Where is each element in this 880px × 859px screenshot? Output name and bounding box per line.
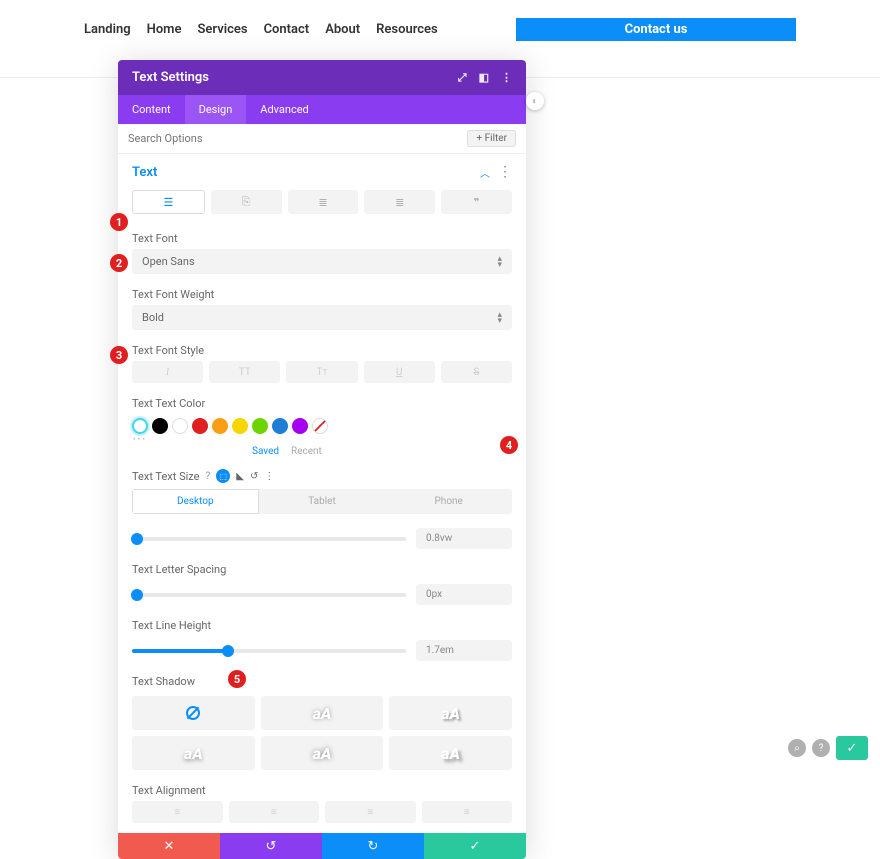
cancel-button[interactable]: ✕ (118, 833, 220, 859)
swatch-orange[interactable] (212, 418, 228, 434)
spacing-value[interactable]: 0px (416, 584, 512, 605)
swatch-purple[interactable] (292, 418, 308, 434)
align-left-button[interactable]: ≡ (132, 801, 223, 823)
lineheight-value[interactable]: 1.7em (416, 640, 512, 661)
nav-home[interactable]: Home (147, 22, 182, 37)
tab-design[interactable]: Design (185, 95, 247, 124)
swatch-blue[interactable] (272, 418, 288, 434)
undo-button[interactable]: ↺ (220, 833, 322, 859)
marker-2: 2 (110, 254, 128, 272)
section-text-title: Text (132, 165, 157, 180)
tab-advanced[interactable]: Advanced (246, 95, 322, 124)
label-alignment: Text Alignment (118, 778, 526, 801)
link-icon[interactable]: ⎘ (211, 190, 282, 214)
expand-icon[interactable]: ⤢ (458, 71, 467, 85)
filter-button[interactable]: + Filter (467, 130, 516, 147)
device-tablet[interactable]: Tablet (259, 489, 386, 514)
nav-contact[interactable]: Contact (264, 22, 310, 37)
select-arrow-icon: ▴▾ (497, 256, 502, 268)
label-color: Text Text Color (118, 391, 526, 414)
nav-landing[interactable]: Landing (84, 22, 131, 37)
smallcaps-button[interactable]: TT (286, 361, 357, 383)
shadow-none[interactable] (132, 696, 255, 730)
weight-select[interactable]: Bold ▴▾ (132, 305, 512, 330)
options-dots-icon[interactable]: ⋮ (264, 471, 274, 482)
shadow-preset-4[interactable]: aA (261, 736, 384, 770)
marker-4: 4 (500, 436, 518, 454)
underline-button[interactable]: U (364, 361, 435, 383)
shadow-preset-3[interactable]: aA (132, 736, 255, 770)
align-right-button[interactable]: ≡ (325, 801, 416, 823)
save-button[interactable]: ✓ (424, 833, 526, 859)
responsive-icon[interactable]: ⬚ (216, 469, 230, 483)
panel-icon[interactable]: ◧ (479, 71, 489, 84)
nav-resources[interactable]: Resources (376, 22, 438, 37)
modal-tabs: Content Design Advanced (118, 95, 526, 124)
recent-colors-tab[interactable]: Recent (291, 446, 322, 457)
device-desktop[interactable]: Desktop (132, 489, 259, 514)
label-lineheight: Text Line Height (118, 613, 526, 636)
font-value: Open Sans (142, 255, 195, 268)
shadow-preset-5[interactable]: aA (389, 736, 512, 770)
swatch-green[interactable] (252, 418, 268, 434)
uppercase-button[interactable]: TT (209, 361, 280, 383)
search-input[interactable] (128, 132, 467, 145)
font-select[interactable]: Open Sans ▴▾ (132, 249, 512, 274)
redo-button[interactable]: ↻ (322, 833, 424, 859)
nav-services[interactable]: Services (197, 22, 247, 37)
shadow-preset-1[interactable]: aA (261, 696, 384, 730)
size-slider[interactable] (132, 537, 406, 541)
help-bubble-icon[interactable]: ? (812, 739, 830, 757)
swatch-red[interactable] (192, 418, 208, 434)
marker-5: 5 (228, 670, 246, 688)
italic-button[interactable]: I (132, 361, 203, 383)
label-weight: Text Font Weight (118, 282, 526, 305)
section-menu-icon[interactable]: ⋮ (498, 164, 512, 180)
label-shadow: Text Shadow (118, 669, 526, 692)
swatch-yellow[interactable] (232, 418, 248, 434)
contact-us-button[interactable]: Contact us (516, 18, 796, 41)
select-arrow-icon: ▴▾ (497, 312, 502, 324)
align-para-icon[interactable]: ☰ (132, 190, 205, 214)
zoom-icon[interactable]: ⌕ (788, 739, 806, 757)
lineheight-slider[interactable] (132, 649, 406, 653)
marker-3: 3 (110, 346, 128, 364)
swatch-black[interactable] (152, 418, 168, 434)
quote-icon[interactable]: ❞ (441, 190, 512, 214)
size-value[interactable]: 0.8vw (416, 528, 512, 549)
help-icon[interactable]: ? (206, 471, 211, 482)
side-handle-icon[interactable]: ◐ (526, 92, 544, 110)
spacing-slider[interactable] (132, 593, 406, 597)
device-phone[interactable]: Phone (385, 489, 512, 514)
marker-1: 1 (110, 213, 128, 231)
label-spacing: Text Letter Spacing (118, 557, 526, 580)
strikethrough-button[interactable]: S (441, 361, 512, 383)
swatch-white[interactable] (172, 418, 188, 434)
list-ul-icon[interactable]: ≣ (288, 190, 359, 214)
align-justify-button[interactable]: ≡ (422, 801, 513, 823)
label-size: Text Text Size (132, 470, 200, 483)
label-font: Text Font (118, 226, 526, 249)
menu-dots-icon[interactable]: ⋮ (501, 71, 512, 84)
nav-about[interactable]: About (325, 22, 360, 37)
confirm-button[interactable]: ✓ (836, 736, 868, 760)
weight-value: Bold (142, 311, 164, 324)
shadow-preset-2[interactable]: aA (389, 696, 512, 730)
list-ol-icon[interactable]: ≣ (364, 190, 435, 214)
align-center-button[interactable]: ≡ (229, 801, 320, 823)
collapse-icon[interactable]: ︿ (480, 165, 490, 180)
label-style: Text Font Style (118, 338, 526, 361)
saved-colors-tab[interactable]: Saved (252, 446, 279, 457)
tab-content[interactable]: Content (118, 95, 185, 124)
swatch-none[interactable] (312, 418, 328, 434)
modal-title: Text Settings (132, 70, 209, 85)
reset-icon[interactable]: ↺ (250, 471, 258, 482)
text-settings-modal: Text Settings ⤢ ◧ ⋮ Content Design Advan… (118, 60, 526, 859)
more-colors-icon[interactable]: ⋯ (118, 436, 526, 446)
hover-icon[interactable]: ◣ (236, 471, 244, 482)
